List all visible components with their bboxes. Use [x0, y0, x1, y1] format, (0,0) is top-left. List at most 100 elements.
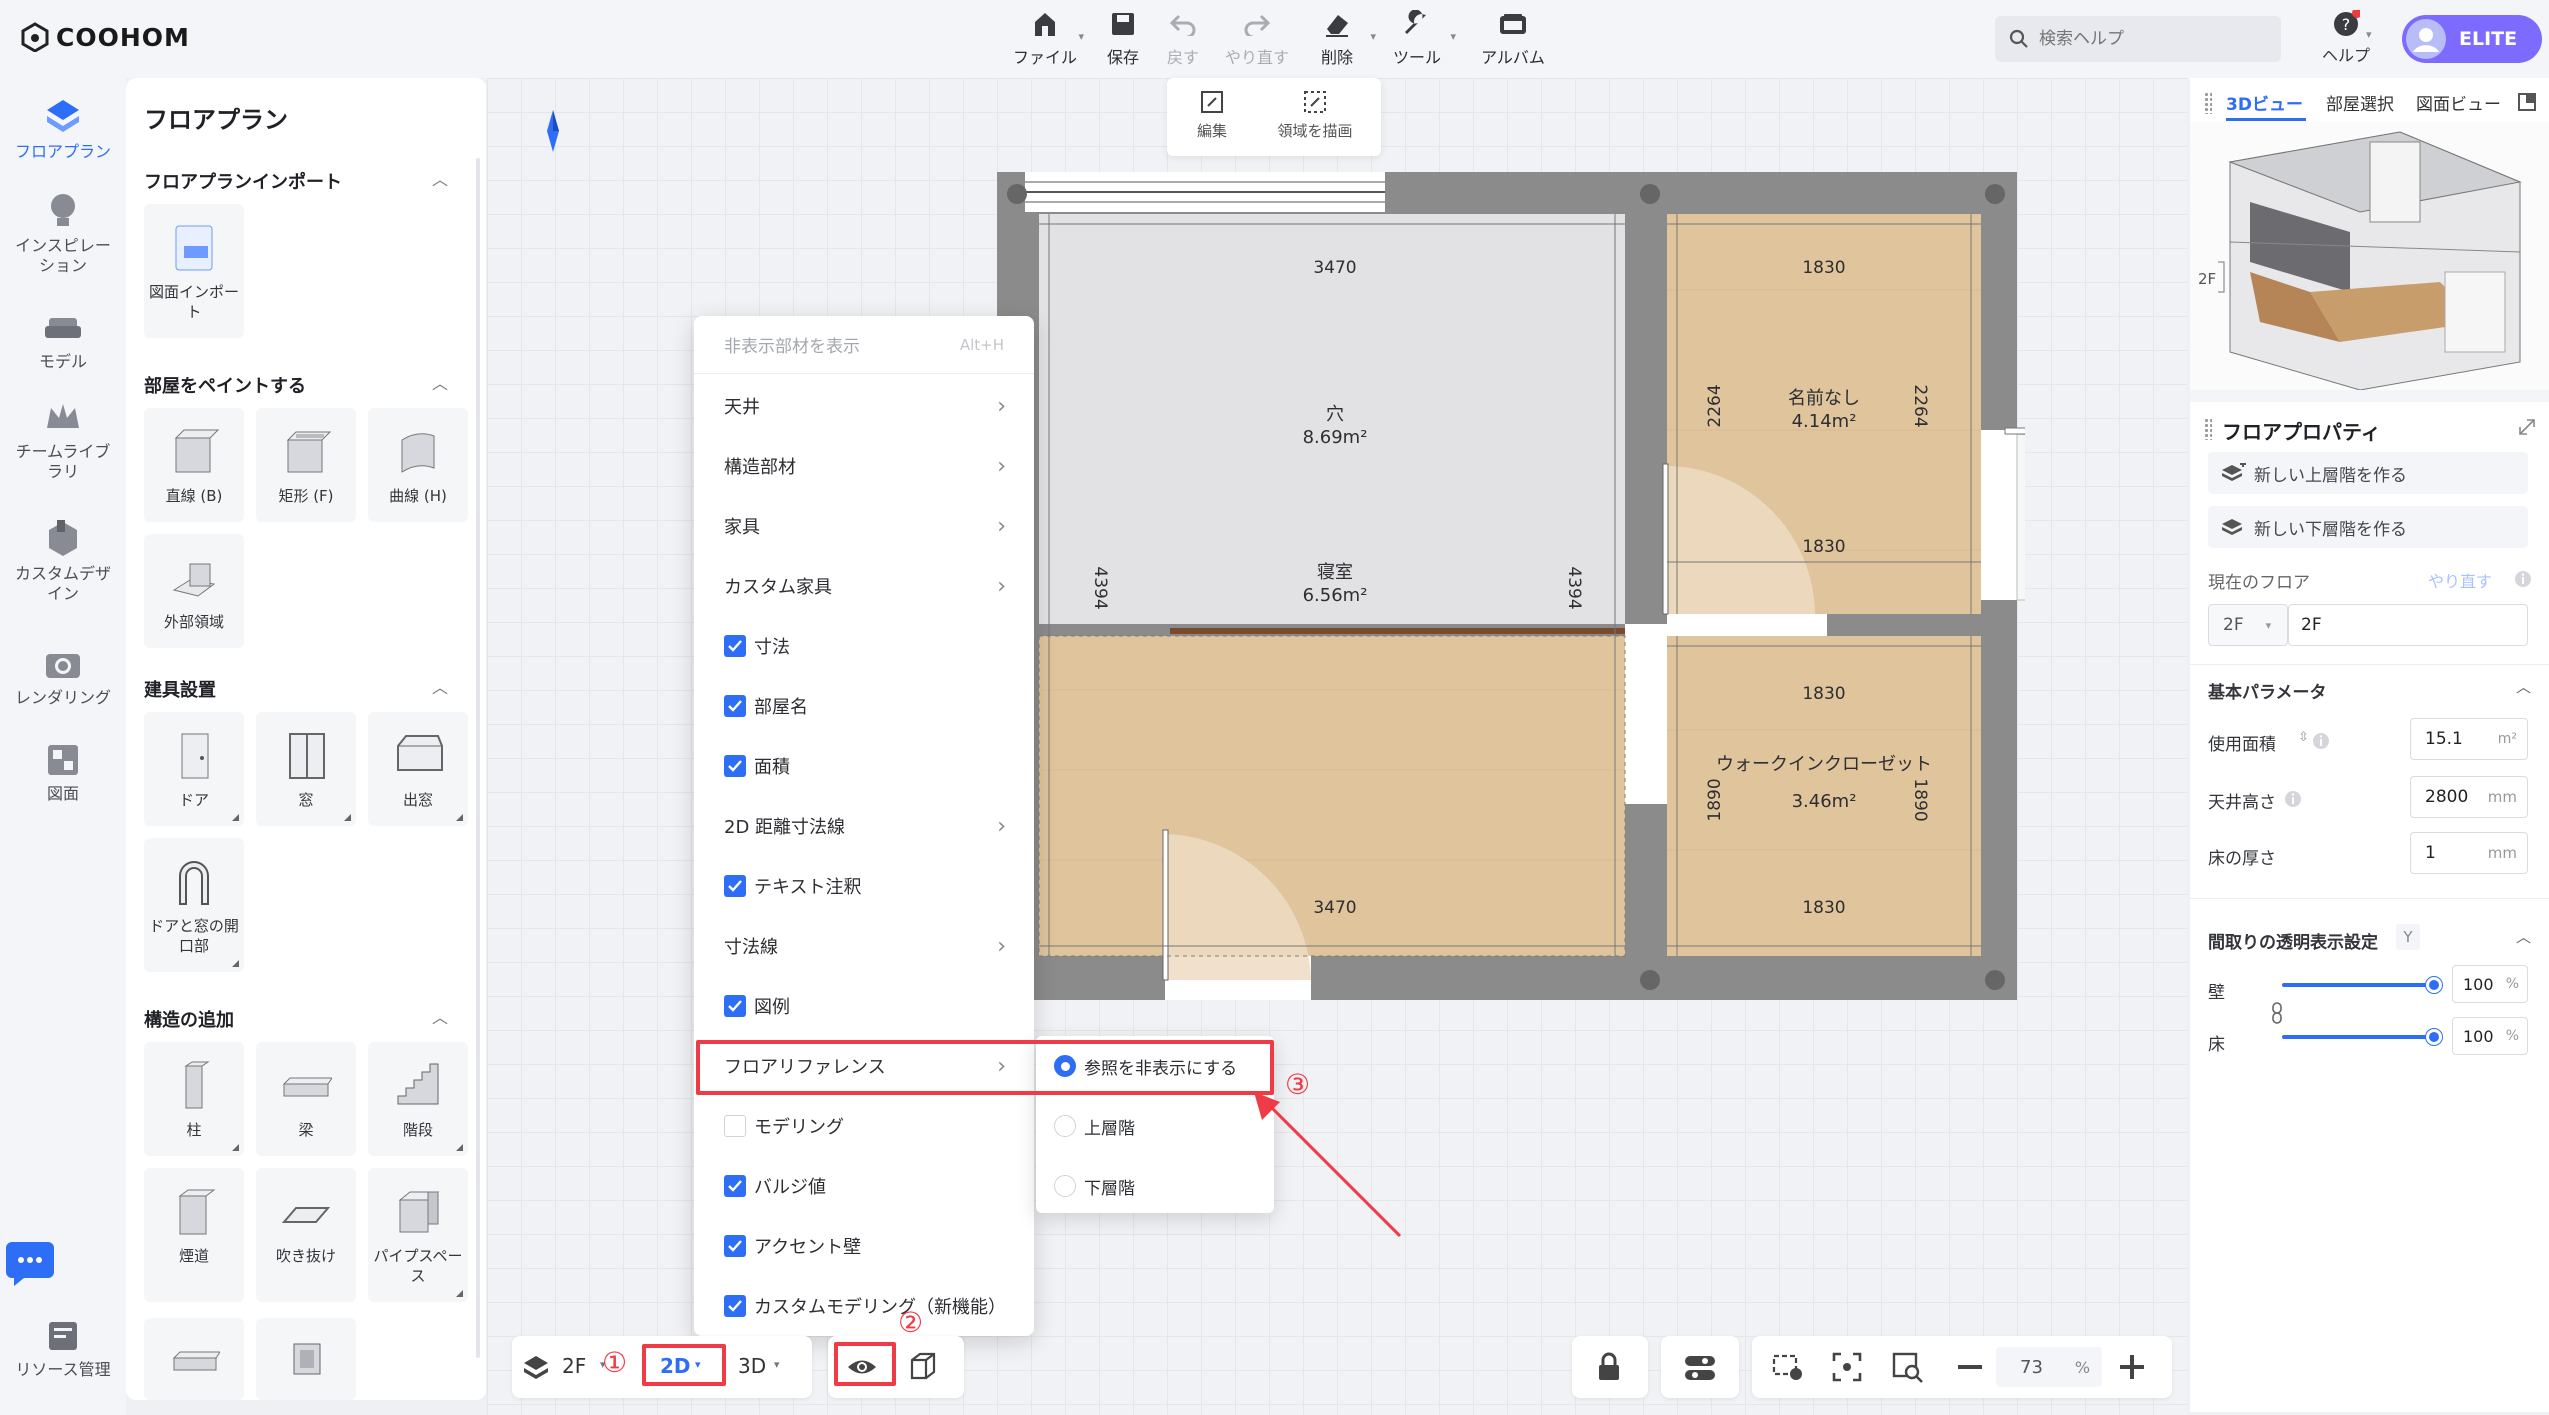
tile-beam[interactable]: 梁 — [256, 1042, 356, 1156]
chevron-up-icon[interactable]: ︿ — [432, 1004, 448, 1028]
area-input[interactable]: 15.1 m² — [2410, 718, 2528, 760]
compass-icon[interactable] — [545, 110, 561, 152]
new-lower-floor-button[interactable]: 新しい下層階を作る — [2208, 506, 2528, 548]
floor-slider[interactable] — [2282, 1035, 2432, 1039]
chevron-up-icon[interactable]: ︿ — [2516, 676, 2531, 697]
checkbox-checked[interactable] — [724, 875, 746, 897]
tile-rectangle[interactable]: 矩形 (F) — [256, 408, 356, 522]
submenu-upper-floor[interactable]: 上層階 — [1036, 1096, 1274, 1156]
redo-button[interactable]: やり直す — [1212, 8, 1302, 68]
tile-door[interactable]: ドア — [144, 712, 244, 826]
floor-name-input[interactable]: 2F — [2288, 604, 2528, 646]
tile-void[interactable]: 吹き抜け — [256, 1168, 356, 1302]
menu-accent-wall[interactable]: アクセント壁 — [694, 1216, 1034, 1276]
menu-bulge[interactable]: バルジ値 — [694, 1156, 1034, 1216]
mode-3d-button[interactable]: 3D — [738, 1354, 766, 1378]
tile-bay-window[interactable]: 出窓 — [368, 712, 468, 826]
checkbox-checked[interactable] — [724, 1295, 746, 1317]
tile-window[interactable]: 窓 — [256, 712, 356, 826]
layers-icon[interactable] — [522, 1354, 550, 1382]
new-upper-floor-button[interactable]: 新しい上層階を作る — [2208, 452, 2528, 494]
3d-preview[interactable]: 2F — [2190, 122, 2549, 390]
tab-3d-view[interactable]: 3Dビュー — [2226, 90, 2303, 115]
checkbox-checked[interactable] — [724, 1235, 746, 1257]
radio-unselected[interactable] — [1054, 1115, 1076, 1137]
tile-line[interactable]: 直線 (B) — [144, 408, 244, 522]
zoom-area-icon[interactable] — [1892, 1352, 1924, 1384]
tab-drawing-view[interactable]: 図面ビュー — [2416, 90, 2501, 115]
menu-text-annotation[interactable]: テキスト注釈 — [694, 856, 1034, 916]
tile-extra-1[interactable] — [144, 1318, 244, 1400]
drag-handle-icon[interactable] — [2204, 418, 2212, 440]
menu-dimension-lines[interactable]: 寸法線 › — [694, 916, 1034, 976]
tab-room-select[interactable]: 部屋選択 — [2326, 90, 2394, 115]
account-badge[interactable]: ELITE — [2402, 15, 2542, 63]
tile-import-drawing[interactable]: 図面インポート — [144, 204, 244, 338]
floor-selector[interactable]: 2F — [562, 1354, 586, 1378]
nav-floorplan[interactable]: フロアプラン — [0, 96, 126, 162]
tile-flue[interactable]: 煙道 — [144, 1168, 244, 1302]
submenu-lower-floor[interactable]: 下層階 — [1036, 1156, 1274, 1216]
logo[interactable]: COOHOM — [20, 22, 190, 52]
floor-opacity-input[interactable]: 100 % — [2452, 1017, 2528, 1055]
radio-unselected[interactable] — [1054, 1175, 1076, 1197]
wall-slider[interactable] — [2282, 983, 2432, 987]
draw-area-button[interactable]: 領域を描画 — [1255, 90, 1375, 141]
menu-ceiling[interactable]: 天井 › — [694, 376, 1034, 436]
info-icon[interactable] — [2312, 732, 2330, 750]
album-button[interactable]: アルバム — [1468, 8, 1558, 68]
checkbox-checked[interactable] — [724, 755, 746, 777]
chevron-up-icon[interactable]: ︿ — [432, 674, 448, 698]
menu-custom-furniture[interactable]: カスタム家具 › — [694, 556, 1034, 616]
chevron-up-icon[interactable]: ︿ — [432, 370, 448, 394]
checkbox-checked[interactable] — [724, 695, 746, 717]
info-icon[interactable] — [2514, 570, 2532, 588]
menu-room-names[interactable]: 部屋名 — [694, 676, 1034, 736]
floor-slider-handle[interactable] — [2426, 1029, 2442, 1045]
nav-custom-design[interactable]: カスタムデザイン — [0, 518, 126, 604]
checkbox-checked[interactable] — [724, 995, 746, 1017]
search-input[interactable] — [2039, 29, 2269, 49]
lock-icon[interactable] — [1596, 1352, 1622, 1382]
panel-scrollbar[interactable] — [476, 158, 480, 1358]
file-button[interactable]: ファイル ▾ — [1000, 8, 1090, 68]
tile-extra-2[interactable] — [256, 1318, 356, 1400]
search-box[interactable] — [1995, 16, 2281, 62]
menu-area[interactable]: 面積 — [694, 736, 1034, 796]
menu-2d-distance[interactable]: 2D 距離寸法線 › — [694, 796, 1034, 856]
sort-icon[interactable]: ⇳ — [2298, 730, 2309, 745]
delete-button[interactable]: 削除 ▾ — [1292, 8, 1382, 68]
expand-icon[interactable] — [2517, 92, 2537, 112]
floor-select[interactable]: 2F ▾ — [2208, 604, 2288, 646]
tile-pipe-space[interactable]: パイプスペース — [368, 1168, 468, 1302]
drag-handle-icon[interactable] — [2204, 92, 2212, 114]
ceiling-height-input[interactable]: 2800 mm — [2410, 776, 2528, 818]
view-settings-icon[interactable] — [1772, 1352, 1804, 1382]
tile-opening[interactable]: ドアと窓の開口部 — [144, 838, 244, 972]
chevron-up-icon[interactable]: ︿ — [432, 166, 448, 190]
menu-structural[interactable]: 構造部材 › — [694, 436, 1034, 496]
menu-dimensions[interactable]: 寸法 — [694, 616, 1034, 676]
nav-resource-management[interactable]: リソース管理 — [0, 1318, 126, 1380]
tools-button[interactable]: ツール ▾ — [1372, 8, 1462, 68]
chevron-up-icon[interactable]: ︿ — [2516, 926, 2531, 947]
floor-plan[interactable]: 3470 3470 4394 4394 1830 1830 2264 2264 … — [995, 170, 2025, 1005]
checkbox-checked[interactable] — [724, 1175, 746, 1197]
menu-custom-modeling[interactable]: カスタムモデリング（新機能） — [694, 1276, 1034, 1336]
zoom-input[interactable]: 73 % — [1996, 1347, 2102, 1387]
tile-curve[interactable]: 曲線 (H) — [368, 408, 468, 522]
nav-drawings[interactable]: 図面 — [0, 742, 126, 804]
tile-column[interactable]: 柱 — [144, 1042, 244, 1156]
redo-link[interactable]: やり直す — [2428, 568, 2492, 592]
zoom-in-icon[interactable] — [2120, 1355, 2144, 1379]
info-icon[interactable] — [2284, 790, 2302, 808]
menu-legend[interactable]: 図例 — [694, 976, 1034, 1036]
nav-team-library[interactable]: チームライブラリ — [0, 400, 126, 482]
nav-inspiration[interactable]: インスピレーション — [0, 190, 126, 276]
toggle-icon[interactable] — [1683, 1354, 1717, 1382]
wall-slider-handle[interactable] — [2426, 977, 2442, 993]
edit-button[interactable]: 編集 — [1177, 90, 1247, 141]
wall-opacity-input[interactable]: 100 % — [2452, 965, 2528, 1003]
nav-rendering[interactable]: レンダリング — [0, 646, 126, 708]
checkbox-checked[interactable] — [724, 635, 746, 657]
